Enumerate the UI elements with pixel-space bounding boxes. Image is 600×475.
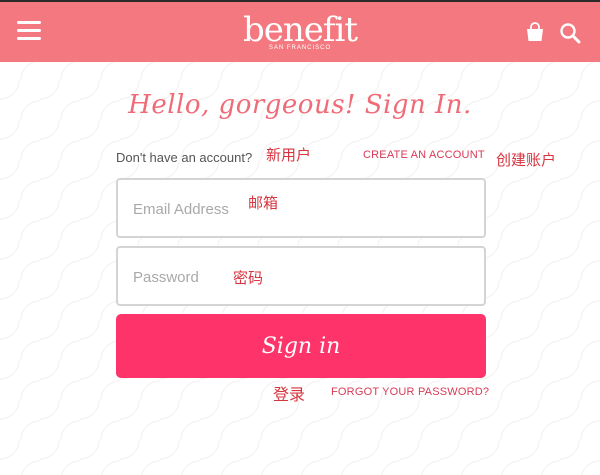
no-account-text: Don't have an account? [116,150,253,165]
brand-logo-subtitle: SAN FRANCISCO [268,45,332,51]
create-account-link[interactable]: CREATE AN ACCOUNT [363,149,485,161]
shopping-bag-icon[interactable] [525,22,545,42]
forgot-password-link[interactable]: FORGOT YOUR PASSWORD? [331,386,489,398]
email-annotation: 邮箱 [248,195,279,212]
search-icon[interactable] [559,22,581,44]
no-account-annotation: 新用户 [266,147,312,164]
sign-in-greeting: Hello, gorgeous! Sign In. [128,90,472,120]
top-navigation-bar: benefit SAN FRANCISCO [0,0,600,62]
sign-in-button[interactable]: Sign in [116,314,486,378]
sign-in-annotation: 登录 [273,387,306,404]
email-input[interactable] [133,198,333,220]
password-annotation: 密码 [233,270,264,287]
brand-logo[interactable]: benefit [0,10,600,50]
password-field-container[interactable] [116,246,486,306]
create-account-annotation: 创建账户 [496,152,557,169]
email-field-container[interactable] [116,178,486,238]
